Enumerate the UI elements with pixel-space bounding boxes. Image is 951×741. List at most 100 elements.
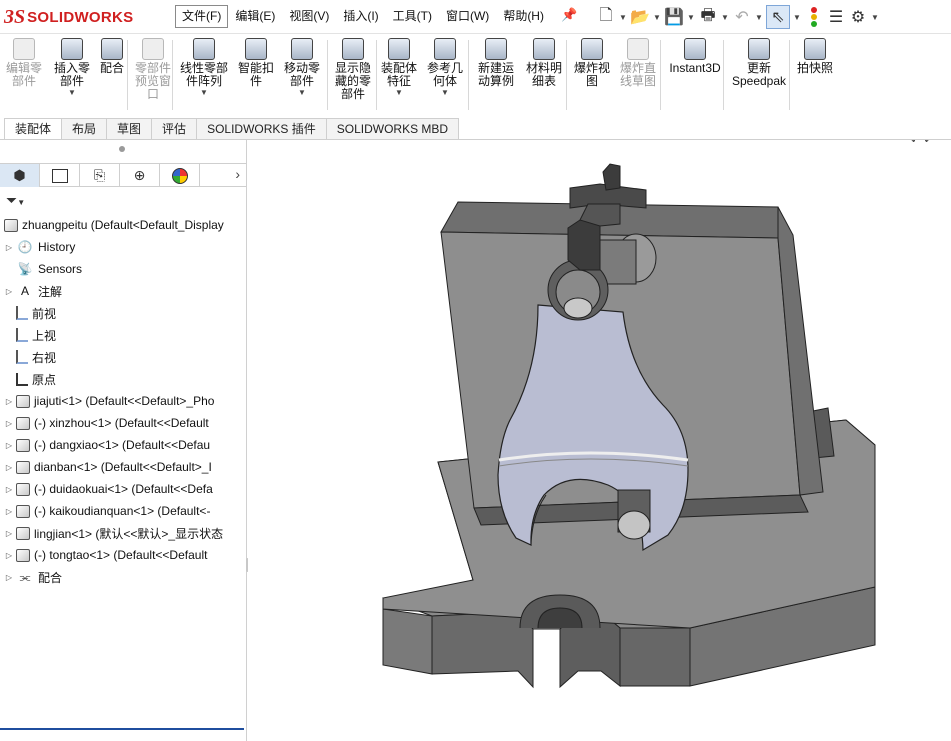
- new-document-icon[interactable]: 🗋: [596, 5, 616, 29]
- expand-arrow-icon[interactable]: ▷: [4, 529, 14, 538]
- rebuild-icon[interactable]: [804, 5, 824, 29]
- tree-item[interactable]: ▷ (-) tongtao<1> (Default<<Default: [0, 544, 247, 566]
- propertymanager-icon[interactable]: [40, 164, 80, 187]
- ribbon-command[interactable]: Instant3D: [668, 38, 722, 114]
- configurationmanager-icon[interactable]: ⎘: [80, 164, 120, 187]
- expand-arrow-icon[interactable]: ▷: [4, 441, 14, 450]
- expand-arrow-icon[interactable]: ▷: [4, 419, 14, 428]
- ribbon-command[interactable]: 移动零 部件 ▼: [280, 38, 324, 114]
- menu-item[interactable]: 插入(I): [336, 5, 385, 28]
- command-tab[interactable]: 装配体: [4, 118, 63, 139]
- panel-splitter-handle[interactable]: [119, 146, 125, 152]
- tree-root-assembly[interactable]: zhuangpeitu (Default<Default_Display: [0, 214, 247, 236]
- dropdown-arrow-icon[interactable]: ▼: [298, 88, 306, 97]
- ribbon-command[interactable]: 爆炸直 线草图: [616, 38, 660, 114]
- tree-item[interactable]: ▷ lingjian<1> (默认<<默认>_显示状态: [0, 522, 247, 544]
- dropdown-arrow-icon[interactable]: ▼: [200, 88, 208, 97]
- menu-item[interactable]: 文件(F): [175, 5, 229, 28]
- tree-item[interactable]: 右视: [0, 346, 247, 368]
- tree-item[interactable]: 原点: [0, 368, 247, 390]
- options-dropdown-icon[interactable]: ▼: [870, 5, 880, 29]
- history-icon: 🕘: [17, 240, 33, 254]
- save-dropdown-icon[interactable]: ▼: [686, 5, 696, 29]
- undo-dropdown-icon[interactable]: ▼: [754, 5, 764, 29]
- print-icon[interactable]: 🖶: [698, 5, 718, 29]
- ribbon-command[interactable]: 智能扣 件: [235, 38, 277, 114]
- tree-item[interactable]: ▷ jiajuti<1> (Default<<Default>_Pho: [0, 390, 247, 412]
- ribbon-command[interactable]: 更新 Speedpak: [730, 38, 788, 114]
- expand-arrow-icon[interactable]: ▷: [4, 397, 14, 406]
- dropdown-arrow-icon[interactable]: ▼: [68, 88, 76, 97]
- ribbon-command[interactable]: 显示隐 藏的零 部件: [330, 38, 376, 114]
- command-tab[interactable]: 草图: [107, 118, 153, 139]
- tree-item[interactable]: ▷ (-) kaikoudianquan<1> (Default<-: [0, 500, 247, 522]
- ribbon-command[interactable]: 线性零部 件阵列 ▼: [178, 38, 230, 114]
- open-dropdown-icon[interactable]: ▼: [652, 5, 662, 29]
- command-tab[interactable]: 布局: [62, 118, 108, 139]
- solidworks-logo[interactable]: 3S SOLIDWORKS: [4, 4, 154, 30]
- displaymanager-icon[interactable]: [160, 164, 200, 187]
- ribbon-command[interactable]: 插入零 部件 ▼: [50, 38, 94, 114]
- command-tab[interactable]: 评估: [152, 118, 198, 139]
- ribbon-command[interactable]: 编辑零 部件: [4, 38, 44, 114]
- chevron-right-icon[interactable]: ›: [235, 166, 240, 182]
- command-label: 零部件 预览窗 口: [134, 61, 171, 101]
- select-icon[interactable]: ⇖: [766, 5, 790, 29]
- new-dropdown-icon[interactable]: ▼: [618, 5, 628, 29]
- tree-item[interactable]: ▷ (-) xinzhou<1> (Default<<Default: [0, 412, 247, 434]
- tree-item[interactable]: ▷ A 注解: [0, 280, 247, 302]
- ribbon-command[interactable]: 新建运 动算例: [474, 38, 518, 114]
- expand-arrow-icon[interactable]: ▷: [4, 573, 14, 582]
- tree-item[interactable]: 前视: [0, 302, 247, 324]
- menu-item[interactable]: 帮助(H): [496, 5, 551, 28]
- tree-item[interactable]: ▷ 🕘 History: [0, 236, 247, 258]
- expand-arrow-icon[interactable]: ▷: [4, 551, 14, 560]
- featuremanager-icon[interactable]: ⬢: [0, 164, 40, 187]
- tree-item[interactable]: 上视: [0, 324, 247, 346]
- expand-arrow-icon[interactable]: ▷: [4, 485, 14, 494]
- command-icon: [388, 38, 410, 60]
- dropdown-arrow-icon[interactable]: ▼: [395, 88, 403, 97]
- tree-item[interactable]: 📡 Sensors: [0, 258, 247, 280]
- select-dropdown-icon[interactable]: ▼: [792, 5, 802, 29]
- command-tab[interactable]: SOLIDWORKS 插件: [197, 118, 327, 139]
- expand-arrow-icon[interactable]: ▷: [4, 463, 14, 472]
- ribbon-command[interactable]: 参考几 何体 ▼: [424, 38, 466, 114]
- menu-item[interactable]: 编辑(E): [228, 5, 282, 28]
- undo-icon[interactable]: ↶: [732, 5, 752, 29]
- dropdown-arrow-icon[interactable]: ▼: [441, 88, 449, 97]
- expand-arrow-icon[interactable]: ▷: [4, 287, 14, 296]
- open-icon[interactable]: 📂: [630, 5, 650, 29]
- ribbon-command[interactable]: 装配体 特征 ▼: [378, 38, 420, 114]
- options-icon[interactable]: ⚙: [848, 5, 868, 29]
- tree-item[interactable]: ▷ dianban<1> (Default<<Default>_I: [0, 456, 247, 478]
- ribbon-command[interactable]: 爆炸视 图: [570, 38, 614, 114]
- expand-arrow-icon[interactable]: ▷: [4, 507, 14, 516]
- expand-arrow-icon[interactable]: ▷: [4, 243, 14, 252]
- print-dropdown-icon[interactable]: ▼: [720, 5, 730, 29]
- zoom-area-icon[interactable]: 🔎: [924, 140, 943, 143]
- ribbon-command[interactable]: 材料明 细表: [522, 38, 566, 114]
- save-icon[interactable]: 💾: [664, 5, 684, 29]
- menu-item[interactable]: 窗口(W): [439, 5, 496, 28]
- locating-pin[interactable]: [617, 489, 651, 540]
- tree-item[interactable]: ▷ ⫘ 配合: [0, 566, 247, 588]
- filter-icon[interactable]: ⏷▼: [6, 192, 25, 209]
- tree-item[interactable]: ▷ (-) dangxiao<1> (Default<<Defau: [0, 434, 247, 456]
- pin-icon[interactable]: 📌: [561, 7, 577, 23]
- command-tab[interactable]: SOLIDWORKS MBD: [326, 118, 460, 139]
- ribbon-command[interactable]: 拍快照: [794, 38, 836, 114]
- ribbon-command[interactable]: 配合: [96, 38, 128, 114]
- zoom-to-fit-icon[interactable]: 🔍: [898, 140, 917, 143]
- mates-icon: ⫘: [19, 569, 31, 584]
- tree-item-label: 前视: [32, 306, 57, 321]
- positioning-key[interactable]: [569, 163, 647, 209]
- dimxpertmanager-icon[interactable]: ⊕: [120, 164, 160, 187]
- tree-item[interactable]: ▷ (-) duidaokuai<1> (Default<<Defa: [0, 478, 247, 500]
- graphics-area[interactable]: 🔍 🔎: [248, 140, 951, 741]
- menu-item[interactable]: 工具(T): [386, 5, 439, 28]
- file-properties-icon[interactable]: ☰: [826, 5, 846, 29]
- ribbon-command[interactable]: 零部件 预览窗 口: [130, 38, 176, 114]
- menu-item[interactable]: 视图(V): [282, 5, 336, 28]
- assembly-model[interactable]: [248, 140, 951, 741]
